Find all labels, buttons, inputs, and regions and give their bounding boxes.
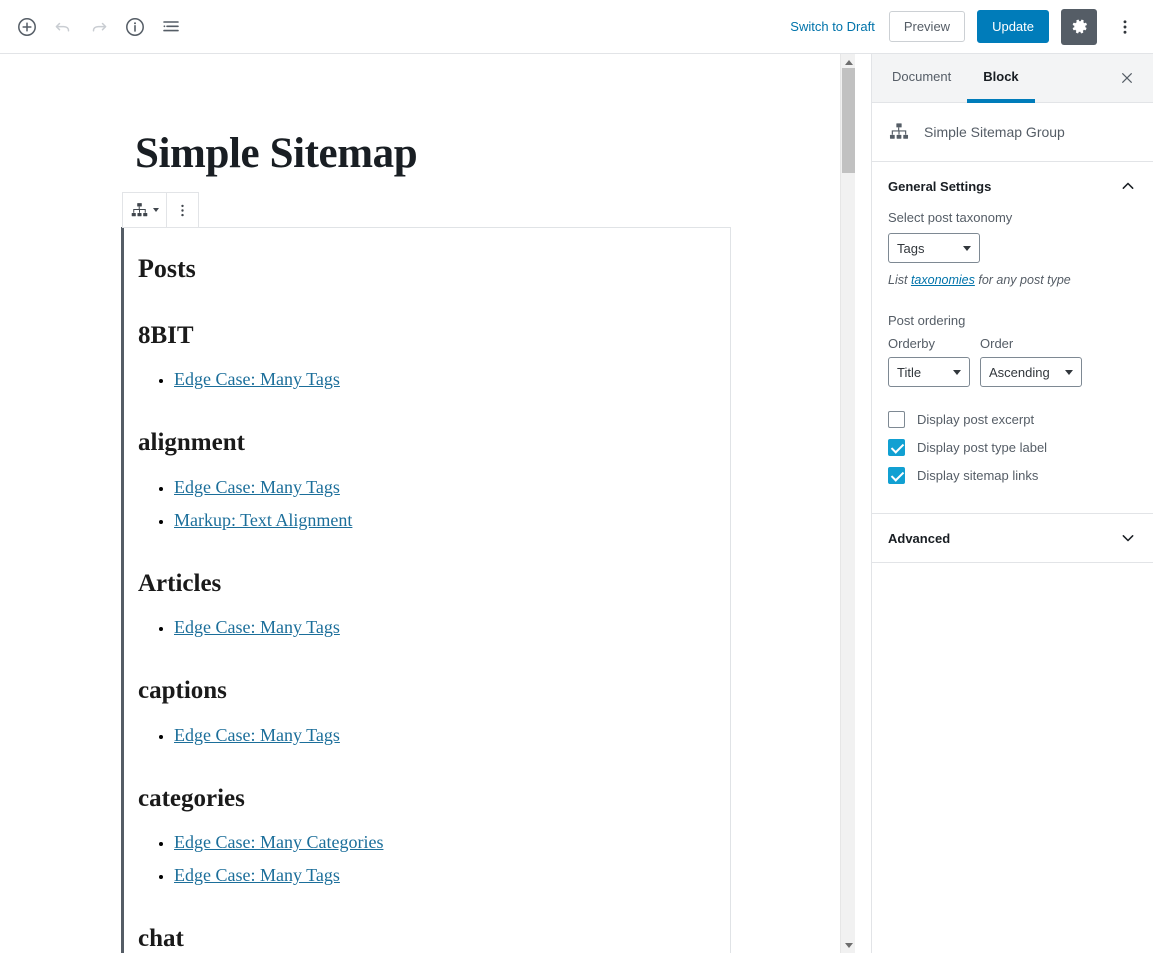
block-navigation-icon[interactable]	[153, 9, 189, 45]
block-card: Simple Sitemap Group	[872, 103, 1153, 162]
orderby-label: Orderby	[888, 336, 935, 351]
update-button[interactable]: Update	[977, 10, 1049, 43]
page-title[interactable]: Simple Sitemap	[135, 129, 418, 178]
sitemap-post-link[interactable]: Edge Case: Many Categories	[174, 832, 383, 852]
taxonomies-link[interactable]: taxonomies	[911, 273, 975, 287]
order-group: Order Ascending	[980, 336, 1082, 387]
chevron-down-icon	[1065, 370, 1073, 375]
sitemap-term-heading: alignment	[138, 429, 245, 457]
sitemap-post-link[interactable]: Markup: Text Alignment	[174, 510, 352, 530]
order-select[interactable]: Ascending	[980, 357, 1082, 387]
more-tools-ellipsis-icon[interactable]	[1109, 9, 1141, 45]
list-item: Edge Case: Many Tags	[174, 722, 706, 749]
checkbox-2[interactable]	[888, 439, 905, 456]
checkbox-row[interactable]: Display post excerpt	[888, 411, 1137, 428]
chevron-down-icon	[953, 370, 961, 375]
checkbox-row[interactable]: Display post type label	[888, 439, 1137, 456]
tab-document[interactable]: Document	[876, 54, 967, 103]
list-item: Edge Case: Many Tags	[174, 474, 706, 501]
selected-block[interactable]: Posts 8BIT Edge Case: Many Tags alignment E…	[121, 227, 731, 953]
advanced-panel: Advanced	[872, 514, 1153, 563]
list-item: Edge Case: Many Categories	[174, 829, 706, 856]
taxonomy-select[interactable]: Tags	[888, 233, 980, 263]
preview-button[interactable]: Preview	[888, 11, 966, 42]
general-settings-body: Select post taxonomy Tags List taxonomie…	[872, 210, 1153, 513]
add-block-icon[interactable]	[9, 9, 45, 45]
undo-icon[interactable]	[45, 9, 81, 45]
block-more-options-ellipsis-icon[interactable]	[167, 193, 198, 227]
advanced-header[interactable]: Advanced	[872, 514, 1153, 562]
order-select-value: Ascending	[989, 364, 1050, 380]
general-settings-title: General Settings	[888, 178, 992, 194]
header-tools	[0, 9, 189, 45]
sitemap-term-heading: chat	[138, 925, 184, 953]
sitemap-link-list: Edge Case: Many Tags	[138, 722, 706, 749]
sitemap-icon[interactable]	[123, 193, 166, 227]
orderby-group: Orderby Title	[888, 336, 970, 387]
general-settings-header[interactable]: General Settings	[872, 162, 1153, 210]
checkbox-label: Display post type label	[917, 440, 1048, 455]
sitemap-post-link[interactable]: Edge Case: Many Tags	[174, 617, 340, 637]
checkbox-3[interactable]	[888, 467, 905, 484]
editor-scrollbar[interactable]	[840, 54, 855, 953]
sitemap-term-heading: categories	[138, 784, 245, 812]
sitemap-term-heading: captions	[138, 677, 227, 705]
settings-sidebar: Document Block Simple Sitemap Group Gene…	[871, 54, 1153, 953]
orderby-select[interactable]: Title	[888, 357, 970, 387]
editor-canvas[interactable]: Simple Sitemap Posts 8BIT • Edge Case: M…	[0, 54, 855, 953]
tab-block[interactable]: Block	[967, 54, 1035, 103]
sitemap-groups: 8BIT Edge Case: Many Tags alignment Edge Ca…	[138, 320, 706, 953]
chevron-down-icon	[1119, 529, 1137, 547]
general-settings-panel: General Settings Select post taxonomy Ta…	[872, 162, 1153, 514]
taxonomy-help-suffix: for any post type	[974, 273, 1071, 287]
redo-icon[interactable]	[81, 9, 117, 45]
taxonomy-select-value: Tags	[897, 240, 925, 256]
sitemap-term-heading: Articles	[138, 569, 222, 597]
header-actions: Switch to Draft Preview Update	[788, 8, 1153, 45]
content-info-icon[interactable]	[117, 9, 153, 45]
sitemap-link-list: Edge Case: Many Tags	[138, 366, 706, 393]
list-item: Edge Case: Many Tags	[174, 862, 706, 889]
sitemap-post-link[interactable]: Edge Case: Many Tags	[174, 477, 340, 497]
list-item: Edge Case: Many Tags	[174, 366, 706, 393]
post-ordering-controls: Orderby Title Order Ascending	[888, 336, 1137, 387]
scrollbar-thumb[interactable]	[842, 68, 855, 173]
sitemap-block-content[interactable]: Posts 8BIT Edge Case: Many Tags alignment E…	[124, 227, 731, 953]
sidebar-tabs: Document Block	[872, 54, 1153, 103]
chevron-up-icon	[1119, 177, 1137, 195]
block-card-title: Simple Sitemap Group	[924, 124, 1065, 140]
block-toolbar	[122, 192, 199, 228]
checkbox-label: Display post excerpt	[917, 412, 1035, 427]
taxonomy-label: Select post taxonomy	[888, 210, 1013, 225]
orderby-select-value: Title	[897, 364, 922, 380]
sitemap-root-heading: Posts	[138, 254, 196, 283]
editor-header: Switch to Draft Preview Update	[0, 0, 1153, 54]
post-ordering-label: Post ordering	[888, 313, 966, 328]
display-options: Display post excerpt Display post type la…	[888, 411, 1137, 484]
sitemap-post-link[interactable]: Edge Case: Many Tags	[174, 725, 340, 745]
sitemap-post-link[interactable]: Edge Case: Many Tags	[174, 865, 340, 885]
taxonomy-help-text: List taxonomies for any post type	[888, 273, 1137, 287]
editor-body: Simple Sitemap Posts 8BIT • Edge Case: M…	[0, 54, 1153, 953]
sitemap-link-list: Edge Case: Many Categories Edge Case: Man…	[138, 829, 706, 889]
switch-to-draft-button[interactable]: Switch to Draft	[788, 15, 877, 38]
sitemap-link-list: Edge Case: Many Tags Markup: Text Alignme…	[138, 474, 706, 534]
scroll-down-arrow-icon[interactable]	[841, 937, 855, 953]
list-item: Markup: Text Alignment	[174, 507, 706, 534]
checkbox-row[interactable]: Display sitemap links	[888, 467, 1137, 484]
sitemap-link-list: Edge Case: Many Tags	[138, 614, 706, 641]
close-icon[interactable]	[1109, 60, 1145, 96]
sitemap-post-link[interactable]: Edge Case: Many Tags	[174, 369, 340, 389]
sitemap-icon	[888, 121, 910, 143]
chevron-down-icon	[963, 246, 971, 251]
advanced-title: Advanced	[888, 530, 951, 546]
list-item: Edge Case: Many Tags	[174, 614, 706, 641]
settings-gear-icon[interactable]	[1061, 8, 1097, 45]
checkbox-label: Display sitemap links	[917, 468, 1039, 483]
order-label: Order	[980, 336, 1014, 351]
sitemap-term-heading: 8BIT	[138, 321, 194, 349]
checkbox-1[interactable]	[888, 411, 905, 428]
taxonomy-help-prefix: List	[888, 273, 911, 287]
